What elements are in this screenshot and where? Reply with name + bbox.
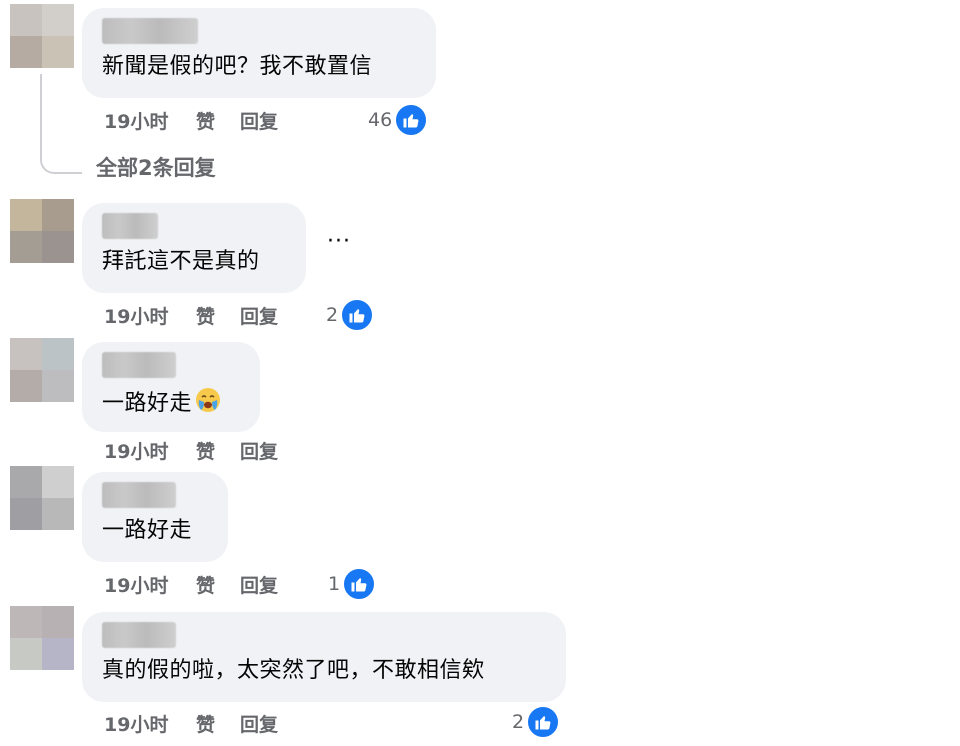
reply-button[interactable]: 回复 bbox=[240, 710, 278, 737]
view-replies-link[interactable]: 全部2条回复 bbox=[96, 152, 216, 182]
comment-text: 一路好走 bbox=[102, 386, 242, 423]
comment-time[interactable]: 19小时 bbox=[104, 302, 196, 329]
thumbs-up-icon bbox=[526, 705, 561, 739]
like-button[interactable]: 赞 bbox=[196, 437, 240, 464]
avatar[interactable] bbox=[10, 199, 74, 263]
comment-time[interactable]: 19小时 bbox=[104, 710, 196, 737]
comment-actions: 19小时 赞 回复 bbox=[104, 435, 278, 465]
comment-bubble: 真的假的啦，太突然了吧，不敢相信欸 bbox=[82, 612, 566, 702]
more-options-button[interactable]: ··· bbox=[324, 229, 354, 262]
reaction-summary[interactable]: 46 bbox=[368, 103, 429, 137]
like-button[interactable]: 赞 bbox=[196, 302, 240, 329]
reply-button[interactable]: 回复 bbox=[240, 437, 278, 464]
crying-face-emoji-icon bbox=[194, 386, 222, 423]
comment-text: 真的假的啦，太突然了吧，不敢相信欸 bbox=[102, 658, 485, 683]
commenter-name-blurred[interactable] bbox=[102, 18, 198, 44]
reaction-count: 2 bbox=[326, 304, 339, 326]
commenter-name-blurred[interactable] bbox=[102, 352, 176, 378]
avatar[interactable] bbox=[10, 4, 74, 68]
like-button[interactable]: 赞 bbox=[196, 710, 240, 737]
reaction-summary[interactable]: 2 bbox=[512, 705, 561, 739]
commenter-name-blurred[interactable] bbox=[102, 622, 176, 648]
avatar[interactable] bbox=[10, 338, 74, 402]
comment-time[interactable]: 19小时 bbox=[104, 437, 196, 464]
thumbs-up-icon bbox=[340, 298, 375, 332]
like-button[interactable]: 赞 bbox=[196, 571, 240, 598]
thread-connector-line bbox=[40, 74, 82, 174]
comment-actions: 19小时 赞 回复 bbox=[104, 569, 278, 599]
comment-bubble: 拜託這不是真的 bbox=[82, 203, 306, 293]
reply-button[interactable]: 回复 bbox=[240, 571, 278, 598]
comment-actions: 19小时 赞 回复 bbox=[104, 708, 278, 738]
commenter-name-blurred[interactable] bbox=[102, 213, 158, 239]
comment-bubble: 一路好走 bbox=[82, 342, 260, 432]
reply-button[interactable]: 回复 bbox=[240, 107, 278, 134]
comment-actions: 19小时 赞 回复 bbox=[104, 105, 278, 135]
comment-text-content: 一路好走 bbox=[102, 391, 193, 416]
ellipsis-icon: ··· bbox=[327, 229, 351, 254]
comment-bubble: 一路好走 bbox=[82, 472, 228, 562]
thumbs-up-icon bbox=[342, 567, 377, 601]
comment-text: 新聞是假的吧？我不敢置信 bbox=[102, 54, 373, 79]
comment-actions: 19小时 赞 回复 bbox=[104, 300, 278, 330]
reaction-count: 2 bbox=[512, 711, 525, 733]
avatar[interactable] bbox=[10, 466, 74, 530]
comment-text: 拜託這不是真的 bbox=[102, 249, 260, 274]
reply-button[interactable]: 回复 bbox=[240, 302, 278, 329]
thumbs-up-icon bbox=[394, 103, 429, 137]
reaction-count: 46 bbox=[368, 109, 393, 131]
avatar[interactable] bbox=[10, 606, 74, 670]
comment-bubble: 新聞是假的吧？我不敢置信 bbox=[82, 8, 436, 98]
reaction-count: 1 bbox=[328, 573, 341, 595]
comment-time[interactable]: 19小时 bbox=[104, 571, 196, 598]
comment-time[interactable]: 19小时 bbox=[104, 107, 196, 134]
comment-text: 一路好走 bbox=[102, 518, 193, 543]
like-button[interactable]: 赞 bbox=[196, 107, 240, 134]
reaction-summary[interactable]: 1 bbox=[328, 567, 377, 601]
commenter-name-blurred[interactable] bbox=[102, 482, 176, 508]
reaction-summary[interactable]: 2 bbox=[326, 298, 375, 332]
